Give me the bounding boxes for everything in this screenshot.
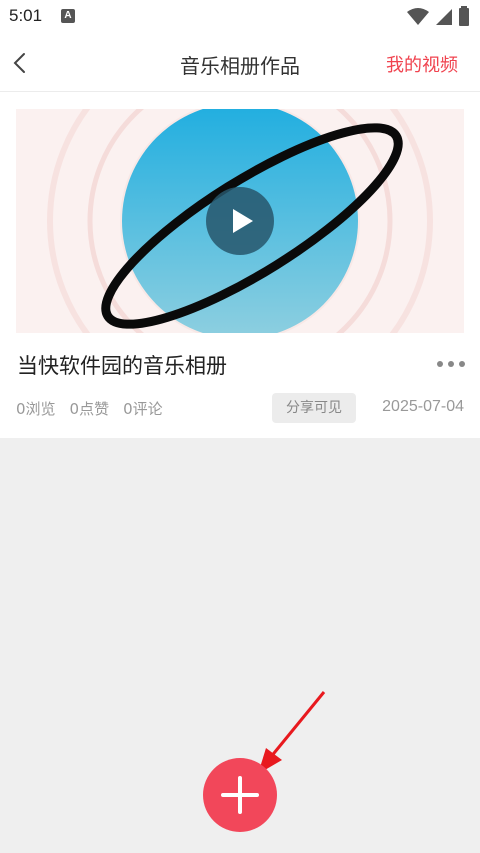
add-button[interactable] xyxy=(203,758,277,832)
more-dots-icon xyxy=(437,361,465,367)
video-stats: 0浏览 0点赞 0评论 xyxy=(16,398,177,419)
video-card[interactable]: 当快软件园的音乐相册 0浏览 0点赞 0评论 分享可见 2025-07-04 xyxy=(0,92,480,438)
video-title[interactable]: 当快软件园的音乐相册 xyxy=(17,350,227,380)
views-count: 0浏览 xyxy=(16,400,56,418)
notification-icon: A xyxy=(61,9,75,23)
likes-count: 0点赞 xyxy=(69,400,110,418)
play-button[interactable] xyxy=(205,186,275,256)
my-videos-link[interactable]: 我的视频 xyxy=(386,51,458,77)
wifi-icon xyxy=(407,8,429,25)
play-icon xyxy=(206,187,274,255)
status-bar: 5:01 A xyxy=(0,0,480,34)
battery-icon xyxy=(459,6,469,26)
video-thumbnail[interactable] xyxy=(16,109,464,333)
signal-icon xyxy=(436,9,452,25)
status-time: 5:01 xyxy=(9,6,43,25)
publish-date: 2025-07-04 xyxy=(382,398,464,415)
plus-icon xyxy=(221,776,259,814)
more-options-button[interactable] xyxy=(436,352,466,376)
app-header: 音乐相册作品 我的视频 xyxy=(0,34,480,92)
comments-count: 0评论 xyxy=(123,400,163,418)
visibility-badge[interactable]: 分享可见 xyxy=(272,393,356,423)
